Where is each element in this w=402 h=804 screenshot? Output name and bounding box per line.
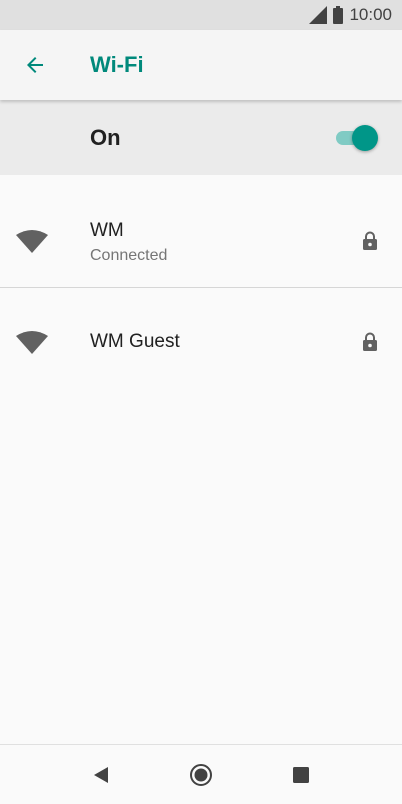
network-item-wm-guest[interactable]: WM Guest (0, 289, 402, 395)
network-name: WM (90, 220, 124, 241)
network-text: WM Connected (90, 220, 167, 266)
lock-icon (363, 332, 377, 351)
wifi-icon (16, 331, 48, 354)
nav-back-icon (94, 767, 108, 783)
network-text: WM Guest (90, 331, 180, 353)
status-bar: 10:00 (0, 0, 402, 30)
app-bar: Wi-Fi (0, 30, 402, 100)
network-name: WM Guest (90, 331, 180, 352)
network-status: Connected (90, 247, 168, 264)
network-item-wm[interactable]: WM Connected (0, 176, 402, 288)
nav-home-button[interactable] (188, 762, 214, 788)
navigation-bar (0, 744, 402, 804)
status-time: 10:00 (349, 5, 392, 24)
toggle-thumb (352, 125, 378, 151)
wifi-master-switch-row[interactable]: On (0, 100, 402, 175)
master-switch-label: On (90, 124, 121, 150)
wifi-toggle[interactable] (334, 124, 378, 152)
nav-recents-button[interactable] (288, 762, 314, 788)
nav-recents-icon (293, 767, 309, 783)
arrow-back-icon (27, 57, 43, 73)
lock-icon (363, 231, 377, 250)
battery-icon (333, 6, 344, 24)
nav-home-icon (190, 764, 212, 786)
nav-back-button[interactable] (88, 762, 114, 788)
page-title: Wi-Fi (90, 52, 144, 77)
back-button[interactable] (15, 45, 55, 85)
wifi-icon (16, 230, 48, 253)
signal-icon (309, 6, 328, 24)
